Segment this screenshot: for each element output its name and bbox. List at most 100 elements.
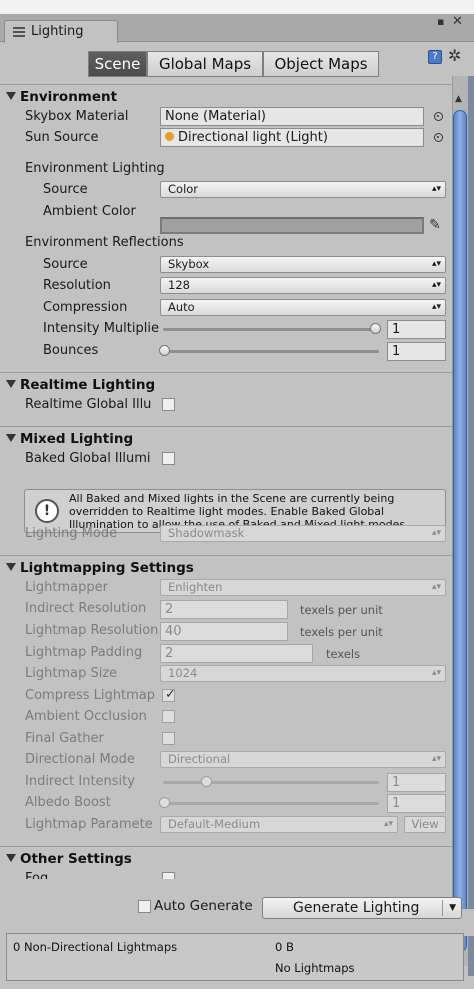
generate-lighting-button[interactable]: Generate Lighting ▼: [262, 897, 462, 919]
lightmapper-dropdown[interactable]: Enlighten ▴▾: [160, 579, 446, 596]
lightmap-padding-field[interactable]: 2: [160, 644, 313, 663]
section-lightmapping-settings[interactable]: Lightmapping Settings: [6, 560, 194, 576]
indirect-resolution-label: Indirect Resolution: [25, 601, 147, 616]
window-tab-bar: Lighting ▪ ✕: [0, 14, 474, 43]
divider: [0, 426, 452, 427]
compression-dropdown[interactable]: Auto ▴▾: [160, 299, 446, 316]
dropdown-arrow-icon: ▴▾: [431, 528, 441, 538]
section-environment[interactable]: Environment: [6, 89, 117, 105]
eyedropper-icon[interactable]: ✎: [429, 217, 441, 233]
dropdown-arrow-icon: ▴▾: [383, 819, 393, 829]
foldout-arrow-icon: [6, 434, 16, 442]
divider: [0, 555, 452, 556]
indirect-intensity-slider-thumb[interactable]: [201, 776, 212, 787]
divider: [0, 372, 452, 373]
sun-source-value: Directional light (Light): [178, 130, 328, 145]
divider: [0, 846, 452, 847]
scroll-up-arrow-icon[interactable]: ▲: [455, 94, 462, 104]
dropdown-arrow-icon[interactable]: ▼: [449, 898, 456, 918]
resolution-dropdown[interactable]: 128 ▴▾: [160, 277, 446, 294]
tab-object-maps-label: Object Maps: [274, 55, 368, 73]
object-picker-icon[interactable]: [434, 133, 443, 142]
intensity-field[interactable]: 1: [387, 320, 446, 339]
indirect-intensity-field[interactable]: 1: [387, 773, 446, 792]
albedo-boost-slider-track[interactable]: [163, 802, 379, 805]
gear-icon[interactable]: ✲: [448, 46, 461, 65]
lightmap-parameters-value: Default-Medium: [168, 817, 261, 831]
lightmaps-count: 0 Non-Directional Lightmaps: [13, 940, 178, 954]
environment-reflections-heading: Environment Reflections: [25, 235, 184, 250]
lighting-mode-label: Lighting Mode: [25, 526, 118, 541]
lighting-window: Lighting ▪ ✕ Scene Global Maps Object Ma…: [0, 14, 474, 989]
foldout-arrow-icon: [6, 92, 16, 100]
lightmaps-size: 0 B: [275, 940, 294, 954]
ambient-occlusion-label: Ambient Occlusion: [25, 709, 147, 724]
lightmapper-label: Lightmapper: [25, 580, 108, 595]
section-other-settings[interactable]: Other Settings: [6, 851, 132, 867]
realtime-gi-label: Realtime Global Illu: [25, 397, 152, 412]
ambient-occlusion-checkbox[interactable]: [162, 710, 175, 723]
help-icon[interactable]: ?: [428, 50, 442, 64]
window-menu-icon[interactable]: ▪: [437, 15, 444, 28]
section-realtime-lighting[interactable]: Realtime Lighting: [6, 377, 155, 393]
lightmap-parameters-dropdown[interactable]: Default-Medium ▴▾: [160, 816, 398, 833]
foldout-arrow-icon: [6, 563, 16, 571]
lightmap-parameters-label: Lightmap Paramete: [25, 817, 153, 832]
lightmap-stats-panel: 0 Non-Directional Lightmaps 0 B No Light…: [6, 933, 464, 981]
fog-checkbox[interactable]: [162, 872, 175, 879]
ambient-color-field[interactable]: [160, 217, 424, 234]
scrollbar-thumb[interactable]: [453, 110, 467, 952]
window-edge: [468, 76, 474, 976]
indirect-intensity-label: Indirect Intensity: [25, 774, 135, 789]
dropdown-arrow-icon: ▴▾: [431, 302, 441, 312]
lightmap-padding-unit: texels: [326, 647, 361, 661]
indirect-intensity-slider-track[interactable]: [163, 781, 379, 784]
tab-object-maps[interactable]: Object Maps: [263, 51, 379, 77]
lightmap-padding-label: Lightmap Padding: [25, 645, 143, 660]
baked-gi-label: Baked Global Illumi: [25, 451, 151, 466]
compress-lightmaps-checkbox[interactable]: ✓: [162, 687, 176, 702]
indirect-resolution-field[interactable]: 2: [160, 600, 288, 619]
generate-lighting-label: Generate Lighting: [293, 900, 420, 916]
bounces-field[interactable]: 1: [387, 342, 446, 361]
albedo-boost-field[interactable]: 1: [387, 794, 446, 813]
albedo-boost-label: Albedo Boost: [25, 795, 111, 810]
intensity-slider-thumb[interactable]: [370, 323, 381, 334]
baked-gi-checkbox[interactable]: [162, 452, 175, 465]
directional-mode-dropdown[interactable]: Directional ▴▾: [160, 751, 446, 768]
bounces-slider-track[interactable]: [163, 350, 379, 353]
final-gather-checkbox[interactable]: [162, 732, 175, 745]
refl-source-label: Source: [43, 257, 88, 272]
directional-mode-value: Directional: [168, 752, 231, 766]
lightmap-resolution-label: Lightmap Resolution: [25, 623, 159, 638]
section-mixed-lighting[interactable]: Mixed Lighting: [6, 431, 133, 447]
auto-generate-checkbox[interactable]: [138, 900, 151, 913]
object-picker-icon[interactable]: [434, 112, 443, 121]
fog-label: Fog: [25, 871, 49, 879]
lighting-mode-dropdown[interactable]: Shadowmask ▴▾: [160, 525, 446, 542]
window-tab-lighting[interactable]: Lighting: [4, 20, 118, 43]
final-gather-label: Final Gather: [25, 731, 104, 746]
albedo-boost-slider-thumb[interactable]: [159, 797, 170, 808]
environment-lighting-heading: Environment Lighting: [25, 161, 165, 176]
tab-scene[interactable]: Scene: [88, 51, 147, 77]
lightmap-resolution-field[interactable]: 40: [160, 622, 288, 641]
env-source-dropdown[interactable]: Color ▴▾: [160, 181, 446, 198]
realtime-gi-checkbox[interactable]: [162, 398, 175, 411]
view-button[interactable]: View: [404, 816, 446, 833]
lightmap-size-dropdown[interactable]: 1024 ▴▾: [160, 665, 446, 682]
intensity-slider-track[interactable]: [163, 328, 379, 331]
refl-source-dropdown[interactable]: Skybox ▴▾: [160, 256, 446, 273]
bounces-slider-thumb[interactable]: [159, 345, 170, 356]
tab-global-maps[interactable]: Global Maps: [147, 51, 263, 77]
skybox-material-field[interactable]: None (Material): [160, 107, 424, 126]
dropdown-arrow-icon: ▴▾: [431, 582, 441, 592]
lightmap-resolution-unit: texels per unit: [300, 625, 383, 639]
section-lightmapping-title: Lightmapping Settings: [20, 560, 194, 576]
close-icon[interactable]: ✕: [452, 14, 463, 29]
lightmap-size-value: 1024: [168, 666, 198, 680]
tab-grip-icon: [13, 27, 25, 37]
sun-source-field[interactable]: Directional light (Light): [160, 128, 424, 147]
lightmaps-status: No Lightmaps: [275, 961, 355, 975]
directional-mode-label: Directional Mode: [25, 752, 135, 767]
